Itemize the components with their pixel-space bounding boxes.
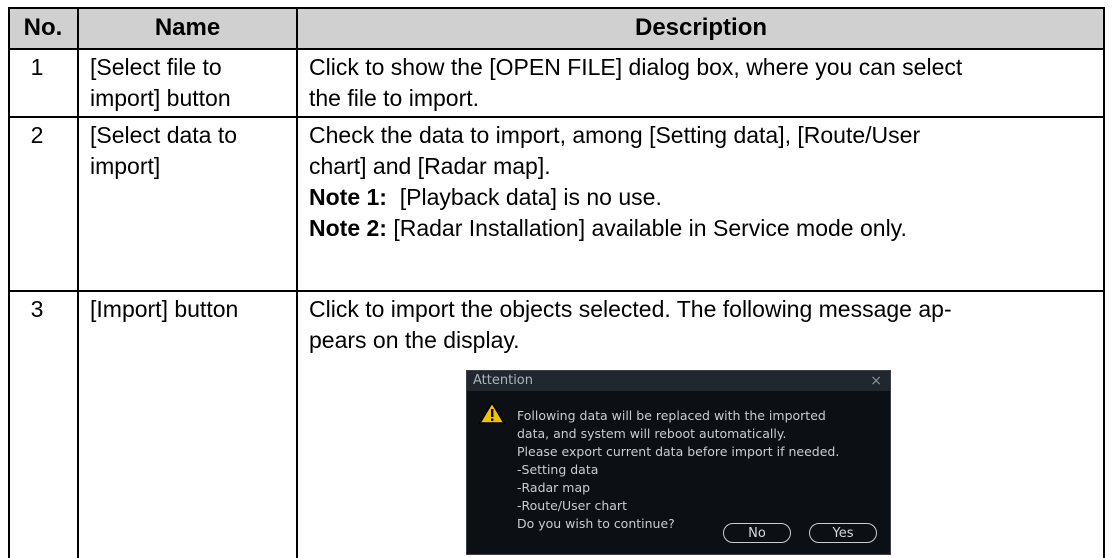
row-description: Click to import the objects selected. Th… — [309, 294, 1099, 356]
dialog-title: Attention — [473, 373, 533, 388]
row-name-line: [Select file to — [90, 54, 222, 80]
warning-triangle-icon — [479, 401, 505, 424]
attention-dialog: Attention × Following data will be repla… — [466, 370, 891, 555]
row-description-line: Click to show the [OPEN FILE] dialog box… — [309, 54, 963, 80]
table-column-divider — [296, 7, 298, 558]
row-name-line: import] — [90, 153, 161, 179]
row-description-line: pears on the display. — [309, 327, 520, 353]
row-description-line: the file to import. — [309, 85, 480, 111]
row-number: 1 — [30, 54, 44, 80]
row-number: 3 — [30, 296, 44, 322]
row-name: [Select data to import] — [90, 120, 260, 182]
row-name-line: [Import] button — [90, 296, 239, 322]
note-line: Note 1: [Playback data] is no use. — [309, 182, 1099, 213]
yes-button[interactable]: Yes — [809, 523, 877, 543]
dialog-title-bar: Attention × — [467, 371, 890, 391]
dialog-message: Following data will be replaced with the… — [517, 408, 840, 531]
note-text: [Playback data] is no use. — [386, 184, 662, 210]
header-no: No. — [8, 7, 78, 49]
row-description: Check the data to import, among [Setting… — [309, 120, 1099, 244]
table-border-top — [8, 7, 1105, 9]
table-border-left — [8, 7, 10, 558]
row-description: Click to show the [OPEN FILE] dialog box… — [309, 52, 1099, 114]
row-description-line: Check the data to import, among [Setting… — [309, 122, 921, 148]
row-description-line: chart] and [Radar map]. — [309, 153, 551, 179]
note-label: Note 2: — [309, 215, 387, 241]
note-text: [Radar Installation] available in Servic… — [386, 215, 907, 241]
header-name: Name — [78, 7, 297, 49]
close-icon[interactable]: × — [870, 371, 882, 391]
row-name-line: import] button — [90, 85, 231, 111]
note-line: Note 2: [Radar Installation] available i… — [309, 213, 1099, 244]
row-number: 2 — [30, 122, 44, 148]
row-name: [Select file to import] button — [90, 52, 260, 114]
table-rule — [8, 48, 1105, 50]
row-description-line: Click to import the objects selected. Th… — [309, 296, 952, 322]
row-name: [Import] button — [90, 294, 260, 325]
table-rule — [8, 116, 1105, 118]
table-rule — [8, 290, 1105, 292]
note-label: Note 1: — [309, 184, 387, 210]
table-column-divider — [77, 7, 79, 558]
no-button[interactable]: No — [723, 523, 791, 543]
header-description: Description — [297, 7, 1105, 49]
row-name-line: [Select data to — [90, 122, 238, 148]
table-border-right — [1103, 7, 1105, 558]
